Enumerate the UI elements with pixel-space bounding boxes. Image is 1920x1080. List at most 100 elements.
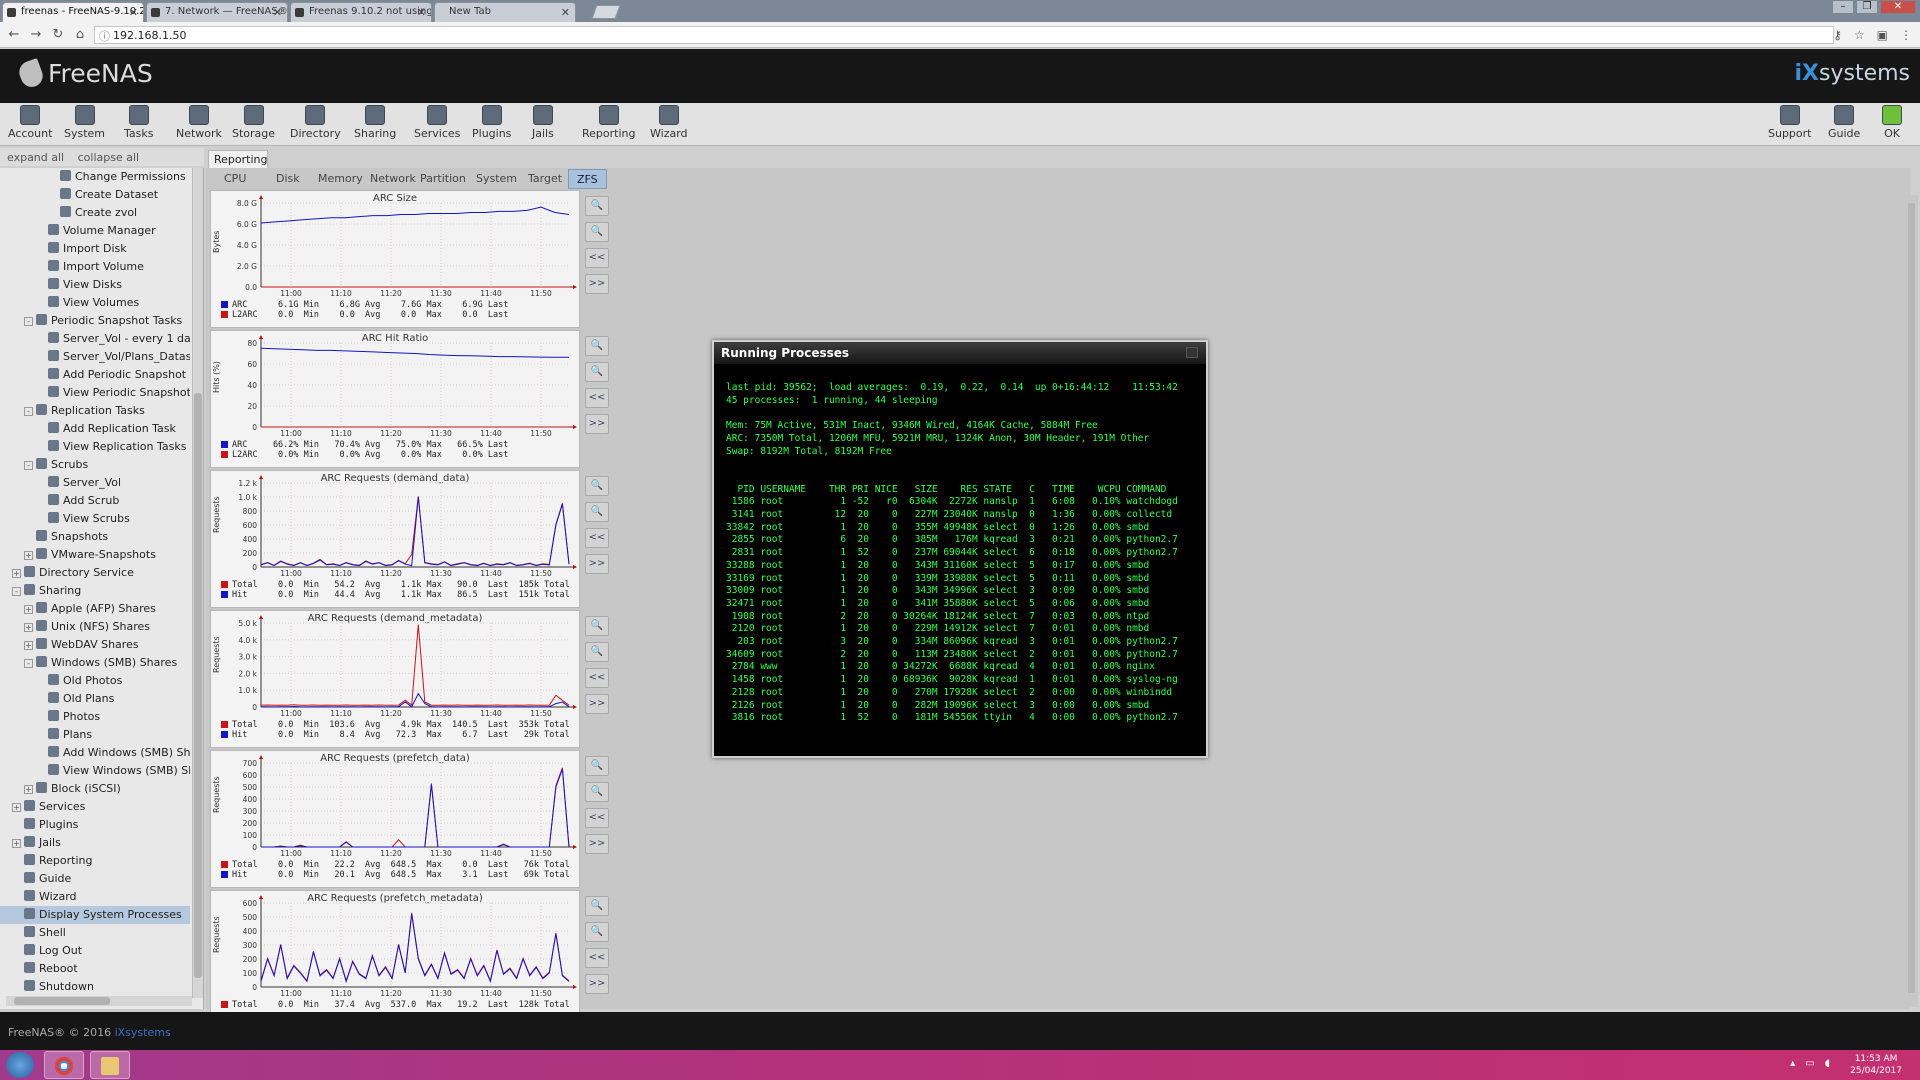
tree-item-add-scrub[interactable]: Add Scrub <box>0 492 190 510</box>
tree-hscroll-thumb[interactable] <box>14 997 110 1005</box>
tree-item-reboot[interactable]: Reboot <box>0 960 190 978</box>
tree-item-server-vol-every-1-day[interactable]: Server_Vol - every 1 day <box>0 330 190 348</box>
toolbar-account-button[interactable]: Account <box>8 105 52 140</box>
tree-item-server-vol-plans-datase[interactable]: Server_Vol/Plans_Datase <box>0 348 190 366</box>
next-button[interactable]: >> <box>585 974 609 994</box>
close-tab-icon[interactable]: ✕ <box>417 6 426 19</box>
subtab-network[interactable]: Network <box>370 169 416 189</box>
tree-item-jails[interactable]: + Jails <box>0 834 190 852</box>
tree-item-reporting[interactable]: Reporting <box>0 852 190 870</box>
menu-icon[interactable]: ⋮ <box>1900 28 1912 42</box>
toolbar-services-button[interactable]: Services <box>414 105 460 140</box>
page-scrollbar[interactable] <box>1906 195 1918 1007</box>
previous-button[interactable]: << <box>585 528 609 548</box>
close-tab-icon[interactable]: ✕ <box>129 6 138 19</box>
taskbar-clock[interactable]: 11:53 AM 25/04/2017 <box>1850 1053 1902 1077</box>
tree-item-vmware-snapshots[interactable]: + VMware-Snapshots <box>0 546 190 564</box>
subtab-target[interactable]: Target <box>528 169 562 189</box>
next-button[interactable]: >> <box>585 694 609 714</box>
tree-toggle-icon[interactable]: - <box>24 659 33 668</box>
tree-item-shutdown[interactable]: Shutdown <box>0 978 190 996</box>
tree-item-view-scrubs[interactable]: View Scrubs <box>0 510 190 528</box>
previous-button[interactable]: << <box>585 668 609 688</box>
browser-tab-freenas[interactable]: freenas - FreeNAS-9.10.2 ✕ <box>2 2 144 22</box>
toolbar-network-button[interactable]: Network <box>176 105 222 140</box>
tree-item-display-system-processes[interactable]: Display System Processes <box>0 906 190 924</box>
toolbar-guide-button[interactable]: Guide <box>1828 105 1860 140</box>
key-icon[interactable]: ⚷ <box>1833 28 1842 42</box>
browser-tab-forum[interactable]: Freenas 9.10.2 not using ✕ <box>290 2 432 22</box>
browser-tab-network[interactable]: 7. Network — FreeNAS® ✕ <box>146 2 288 22</box>
tree-toggle-icon[interactable]: + <box>24 605 33 614</box>
tree-item-replication-tasks[interactable]: - Replication Tasks <box>0 402 190 420</box>
tree-item-apple-afp-shares[interactable]: + Apple (AFP) Shares <box>0 600 190 618</box>
tree-item-view-disks[interactable]: View Disks <box>0 276 190 294</box>
previous-button[interactable]: << <box>585 808 609 828</box>
tree-item-unix-nfs-shares[interactable]: + Unix (NFS) Shares <box>0 618 190 636</box>
zoom-out-button[interactable]: 🔍 <box>585 922 609 942</box>
next-button[interactable]: >> <box>585 414 609 434</box>
tree-item-old-photos[interactable]: Old Photos <box>0 672 190 690</box>
minimize-icon[interactable]: – <box>1832 0 1854 14</box>
zoom-in-button[interactable]: 🔍 <box>585 476 609 496</box>
subtab-partition[interactable]: Partition <box>420 169 466 189</box>
tree-item-webdav-shares[interactable]: + WebDAV Shares <box>0 636 190 654</box>
subtab-zfs[interactable]: ZFS <box>568 169 607 189</box>
reload-icon[interactable]: ↻ <box>50 27 66 43</box>
maximize-icon[interactable]: ❐ <box>1856 0 1878 14</box>
tree-toggle-icon[interactable]: - <box>24 407 33 416</box>
previous-button[interactable]: << <box>585 248 609 268</box>
back-icon[interactable]: ← <box>6 27 22 43</box>
tree-item-import-disk[interactable]: Import Disk <box>0 240 190 258</box>
previous-button[interactable]: << <box>585 948 609 968</box>
zoom-out-button[interactable]: 🔍 <box>585 222 609 242</box>
tree-toggle-icon[interactable]: - <box>12 587 21 596</box>
tree-horizontal-scrollbar[interactable] <box>6 996 192 1006</box>
zoom-out-button[interactable]: 🔍 <box>585 642 609 662</box>
close-icon[interactable] <box>1186 347 1198 358</box>
tree-item-log-out[interactable]: Log Out <box>0 942 190 960</box>
chrome-taskbar-app[interactable] <box>44 1051 84 1079</box>
tree-toggle-icon[interactable]: + <box>24 641 33 650</box>
pdf-extension-icon[interactable]: ▣ <box>1877 28 1888 42</box>
close-tab-icon[interactable]: ✕ <box>561 6 570 19</box>
toolbar-jails-button[interactable]: Jails <box>532 105 554 140</box>
url-input[interactable]: ⓘ 192.168.1.50 <box>94 26 1834 44</box>
tree-item-wizard[interactable]: Wizard <box>0 888 190 906</box>
tree-scroll-thumb[interactable] <box>194 393 202 978</box>
zoom-in-button[interactable]: 🔍 <box>585 756 609 776</box>
tree-item-plugins[interactable]: Plugins <box>0 816 190 834</box>
tree-item-add-periodic-snapshot[interactable]: Add Periodic Snapshot <box>0 366 190 384</box>
zoom-in-button[interactable]: 🔍 <box>585 336 609 356</box>
tree-toggle-icon[interactable]: - <box>24 317 33 326</box>
subtab-cpu[interactable]: CPU <box>224 169 246 189</box>
subtab-system[interactable]: System <box>476 169 517 189</box>
new-tab-button[interactable] <box>591 5 621 19</box>
explorer-taskbar-app[interactable] <box>90 1051 130 1079</box>
page-scroll-thumb[interactable] <box>1908 203 1915 993</box>
tree-item-scrubs[interactable]: - Scrubs <box>0 456 190 474</box>
tree-item-create-zvol[interactable]: Create zvol <box>0 204 190 222</box>
toolbar-storage-button[interactable]: Storage <box>232 105 275 140</box>
toolbar-support-button[interactable]: Support <box>1768 105 1811 140</box>
network-icon[interactable]: ▭ <box>1805 1058 1814 1069</box>
home-icon[interactable]: ⌂ <box>72 27 88 43</box>
tree-toggle-icon[interactable]: + <box>12 839 21 848</box>
next-button[interactable]: >> <box>585 554 609 574</box>
zoom-in-button[interactable]: 🔍 <box>585 896 609 916</box>
tree-item-block-iscsi[interactable]: + Block (iSCSI) <box>0 780 190 798</box>
tree-toggle-icon[interactable]: + <box>24 785 33 794</box>
toolbar-wizard-button[interactable]: Wizard <box>650 105 688 140</box>
tree-item-add-replication-task[interactable]: Add Replication Task <box>0 420 190 438</box>
volume-icon[interactable]: ◖ <box>1825 1058 1830 1069</box>
toolbar-reporting-button[interactable]: Reporting <box>582 105 635 140</box>
browser-tab-new[interactable]: New Tab ✕ <box>434 2 576 22</box>
tree-toggle-icon[interactable]: + <box>24 551 33 560</box>
tree-item-view-periodic-snapshot-t[interactable]: View Periodic Snapshot T <box>0 384 190 402</box>
toolbar-tasks-button[interactable]: Tasks <box>124 105 153 140</box>
tree-item-change-permissions[interactable]: Change Permissions <box>0 168 190 186</box>
toolbar-ok-button[interactable]: OK <box>1882 105 1902 140</box>
tree-toggle-icon[interactable]: + <box>24 623 33 632</box>
tree-item-add-windows-smb-sha[interactable]: Add Windows (SMB) Sha <box>0 744 190 762</box>
tree-toggle-icon[interactable]: - <box>24 461 33 470</box>
